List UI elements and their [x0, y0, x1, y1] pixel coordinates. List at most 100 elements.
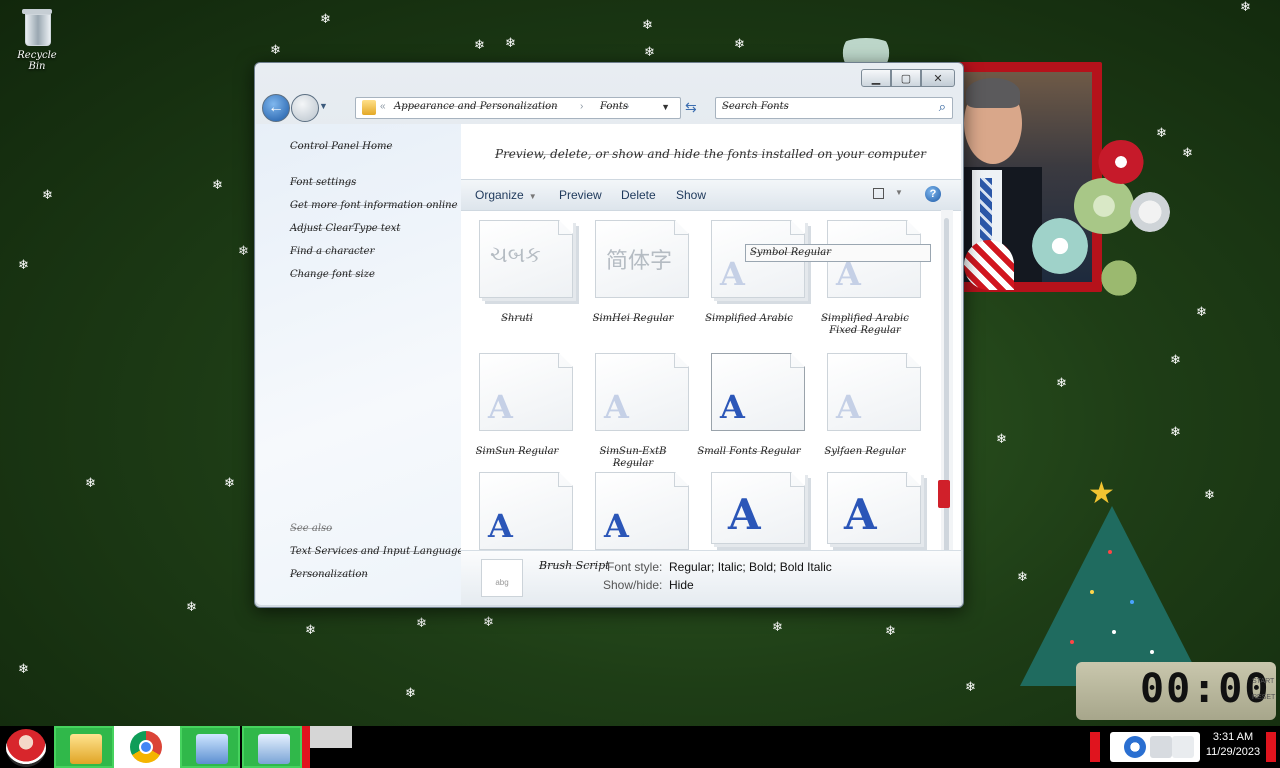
change-view-icon[interactable]	[873, 188, 884, 199]
close-button[interactable]: ✕	[921, 69, 955, 87]
minimize-button[interactable]: ▁	[861, 69, 891, 87]
snowflake-decoration: ❄	[1156, 125, 1167, 140]
recent-pages-dropdown-icon[interactable]: ▼	[319, 101, 328, 111]
snowflake-decoration: ❄	[1170, 352, 1181, 367]
view-dropdown-icon[interactable]: ▼	[895, 188, 903, 197]
star-icon: ★	[1088, 477, 1115, 510]
see-also-link-text-services[interactable]: Text Services and Input Language	[290, 546, 463, 557]
back-button[interactable]: ←	[262, 94, 290, 122]
vertical-scrollbar[interactable]	[941, 210, 953, 604]
snowflake-decoration: ❄	[734, 36, 745, 51]
snowflake-decoration: ❄	[224, 475, 235, 490]
font-thumbnail: abg	[481, 559, 523, 597]
font-tile[interactable]: A	[581, 472, 689, 550]
font-file-icon: A	[595, 472, 689, 550]
scrollbar-thumb[interactable]	[944, 218, 949, 586]
font-tile-simsun[interactable]: A SimSun Regular	[465, 353, 573, 458]
snowflake-decoration: ❄	[270, 42, 281, 57]
font-tile-simplified-arabic-fixed[interactable]: A Simplified Arabic Fixed Regular	[813, 220, 921, 337]
sidebar-link-control-panel-home[interactable]: Control Panel Home	[290, 141, 392, 152]
font-preview-glyph: A	[720, 388, 745, 426]
font-tile-small-fonts[interactable]: A Small Fonts Regular	[697, 353, 805, 458]
search-icon[interactable]: ⌕	[939, 99, 946, 115]
sidebar-link-font-info-online[interactable]: Get more font information online	[290, 200, 458, 211]
snowflake-decoration: ❄	[18, 257, 29, 272]
selected-font-name: Brush Script	[539, 559, 610, 572]
see-also-link-personalization[interactable]: Personalization	[290, 569, 368, 580]
chevron-right-icon[interactable]: ›	[626, 101, 629, 112]
font-file-icon: 简体字	[595, 220, 689, 298]
control-panel-icon	[258, 734, 290, 764]
flower-decoration	[1032, 218, 1088, 274]
font-tile[interactable]: A	[813, 472, 921, 544]
start-button[interactable]: START	[1252, 678, 1274, 685]
address-bar[interactable]: « Appearance and Personalization › Fonts…	[355, 97, 681, 119]
navigation-pane: Control Panel Home Font settings Get mor…	[256, 124, 463, 605]
ornament	[1150, 650, 1154, 654]
taskbar-control-panel-button[interactable]	[242, 726, 302, 768]
maximize-button[interactable]: ▢	[891, 69, 921, 87]
chevron-right-icon[interactable]: ›	[580, 101, 583, 112]
fonts-window[interactable]: ▁ ▢ ✕ ← ▼ « Appearance and Personalizati…	[254, 62, 964, 608]
font-tile-simhei[interactable]: 简体字 SimHei Regular	[581, 220, 689, 325]
font-tile[interactable]: A	[697, 472, 805, 544]
stopwatch-gadget[interactable]: 00:00 START RESET	[1076, 662, 1276, 720]
breadcrumb-fonts[interactable]: Fonts	[600, 101, 628, 112]
clock-date: 11/29/2023	[1205, 746, 1261, 758]
reset-button[interactable]: RESET	[1252, 694, 1275, 701]
folder-icon	[70, 734, 102, 764]
sidebar-link-find-character[interactable]: Find a character	[290, 246, 374, 257]
leaf-decoration	[1096, 260, 1142, 296]
font-tile-simsun-extb[interactable]: A SimSun-ExtB Regular	[581, 353, 689, 470]
system-tray	[1110, 732, 1200, 762]
font-tile-shruti[interactable]: ચબક Shruti	[465, 220, 573, 325]
volume-icon[interactable]	[1172, 736, 1194, 758]
font-name: SimHei Regular	[592, 313, 674, 324]
chevron-left-icon: «	[380, 101, 386, 112]
start-button[interactable]	[6, 729, 46, 767]
font-tile[interactable]: A	[465, 472, 573, 550]
network-icon[interactable]	[1150, 736, 1172, 758]
ornament	[1090, 590, 1094, 594]
forward-button[interactable]	[291, 94, 319, 122]
font-tile-sylfaen[interactable]: A Sylfaen Regular	[813, 353, 921, 458]
help-button[interactable]: ?	[925, 186, 941, 202]
show-desktop-button[interactable]	[1266, 732, 1276, 762]
snowflake-decoration: ❄	[965, 679, 976, 694]
flower-decoration	[1072, 178, 1136, 234]
font-file-icon: ચબક	[479, 220, 573, 298]
snowflake-decoration: ❄	[238, 243, 249, 258]
show-button[interactable]: Show	[676, 188, 706, 202]
recycle-bin-desktop-icon[interactable]: Recycle Bin	[8, 6, 66, 72]
search-placeholder[interactable]: Search Fonts	[722, 101, 789, 112]
ornament	[1130, 600, 1134, 604]
show-hide-value: Hide	[669, 578, 694, 592]
breadcrumb-appearance[interactable]: Appearance and Personalization	[394, 101, 558, 112]
preview-button[interactable]: Preview	[559, 188, 602, 202]
search-box[interactable]: Search Fonts ⌕	[715, 97, 953, 119]
sidebar-link-change-font-size[interactable]: Change font size	[290, 269, 375, 280]
font-tooltip: Symbol Regular	[745, 244, 931, 262]
taskbar-chrome-button[interactable]	[114, 726, 180, 768]
snowflake-decoration: ❄	[305, 622, 316, 637]
taskbar-blank-button[interactable]	[310, 726, 352, 748]
taskbar-computer-button[interactable]	[180, 726, 240, 768]
snowflake-decoration: ❄	[42, 187, 53, 202]
font-name: Simplified Arabic	[705, 313, 793, 324]
font-file-icon: A	[827, 472, 921, 544]
taskbar-clock[interactable]: 3:31 AM 11/29/2023	[1200, 730, 1266, 760]
refresh-icon[interactable]: ⇆	[685, 99, 697, 116]
sidebar-link-font-settings[interactable]: Font settings	[290, 177, 356, 188]
taskbar-explorer-button[interactable]	[54, 726, 114, 768]
delete-button[interactable]: Delete	[621, 188, 656, 202]
tree-shape	[1020, 506, 1204, 686]
organize-button[interactable]: Organize ▼	[475, 188, 537, 202]
sidebar-link-cleartype[interactable]: Adjust ClearType text	[290, 223, 400, 234]
address-dropdown-icon[interactable]: ▼	[661, 102, 670, 112]
snowflake-decoration: ❄	[474, 37, 485, 52]
font-preview-glyph: A	[488, 507, 513, 545]
font-tile-simplified-arabic[interactable]: A Simplified Arabic	[697, 220, 805, 325]
tray-app-icon[interactable]	[1124, 736, 1146, 758]
clock-time: 3:31 AM	[1212, 731, 1254, 743]
command-bar: Organize ▼ Preview Delete Show ▼ ?	[461, 179, 961, 211]
